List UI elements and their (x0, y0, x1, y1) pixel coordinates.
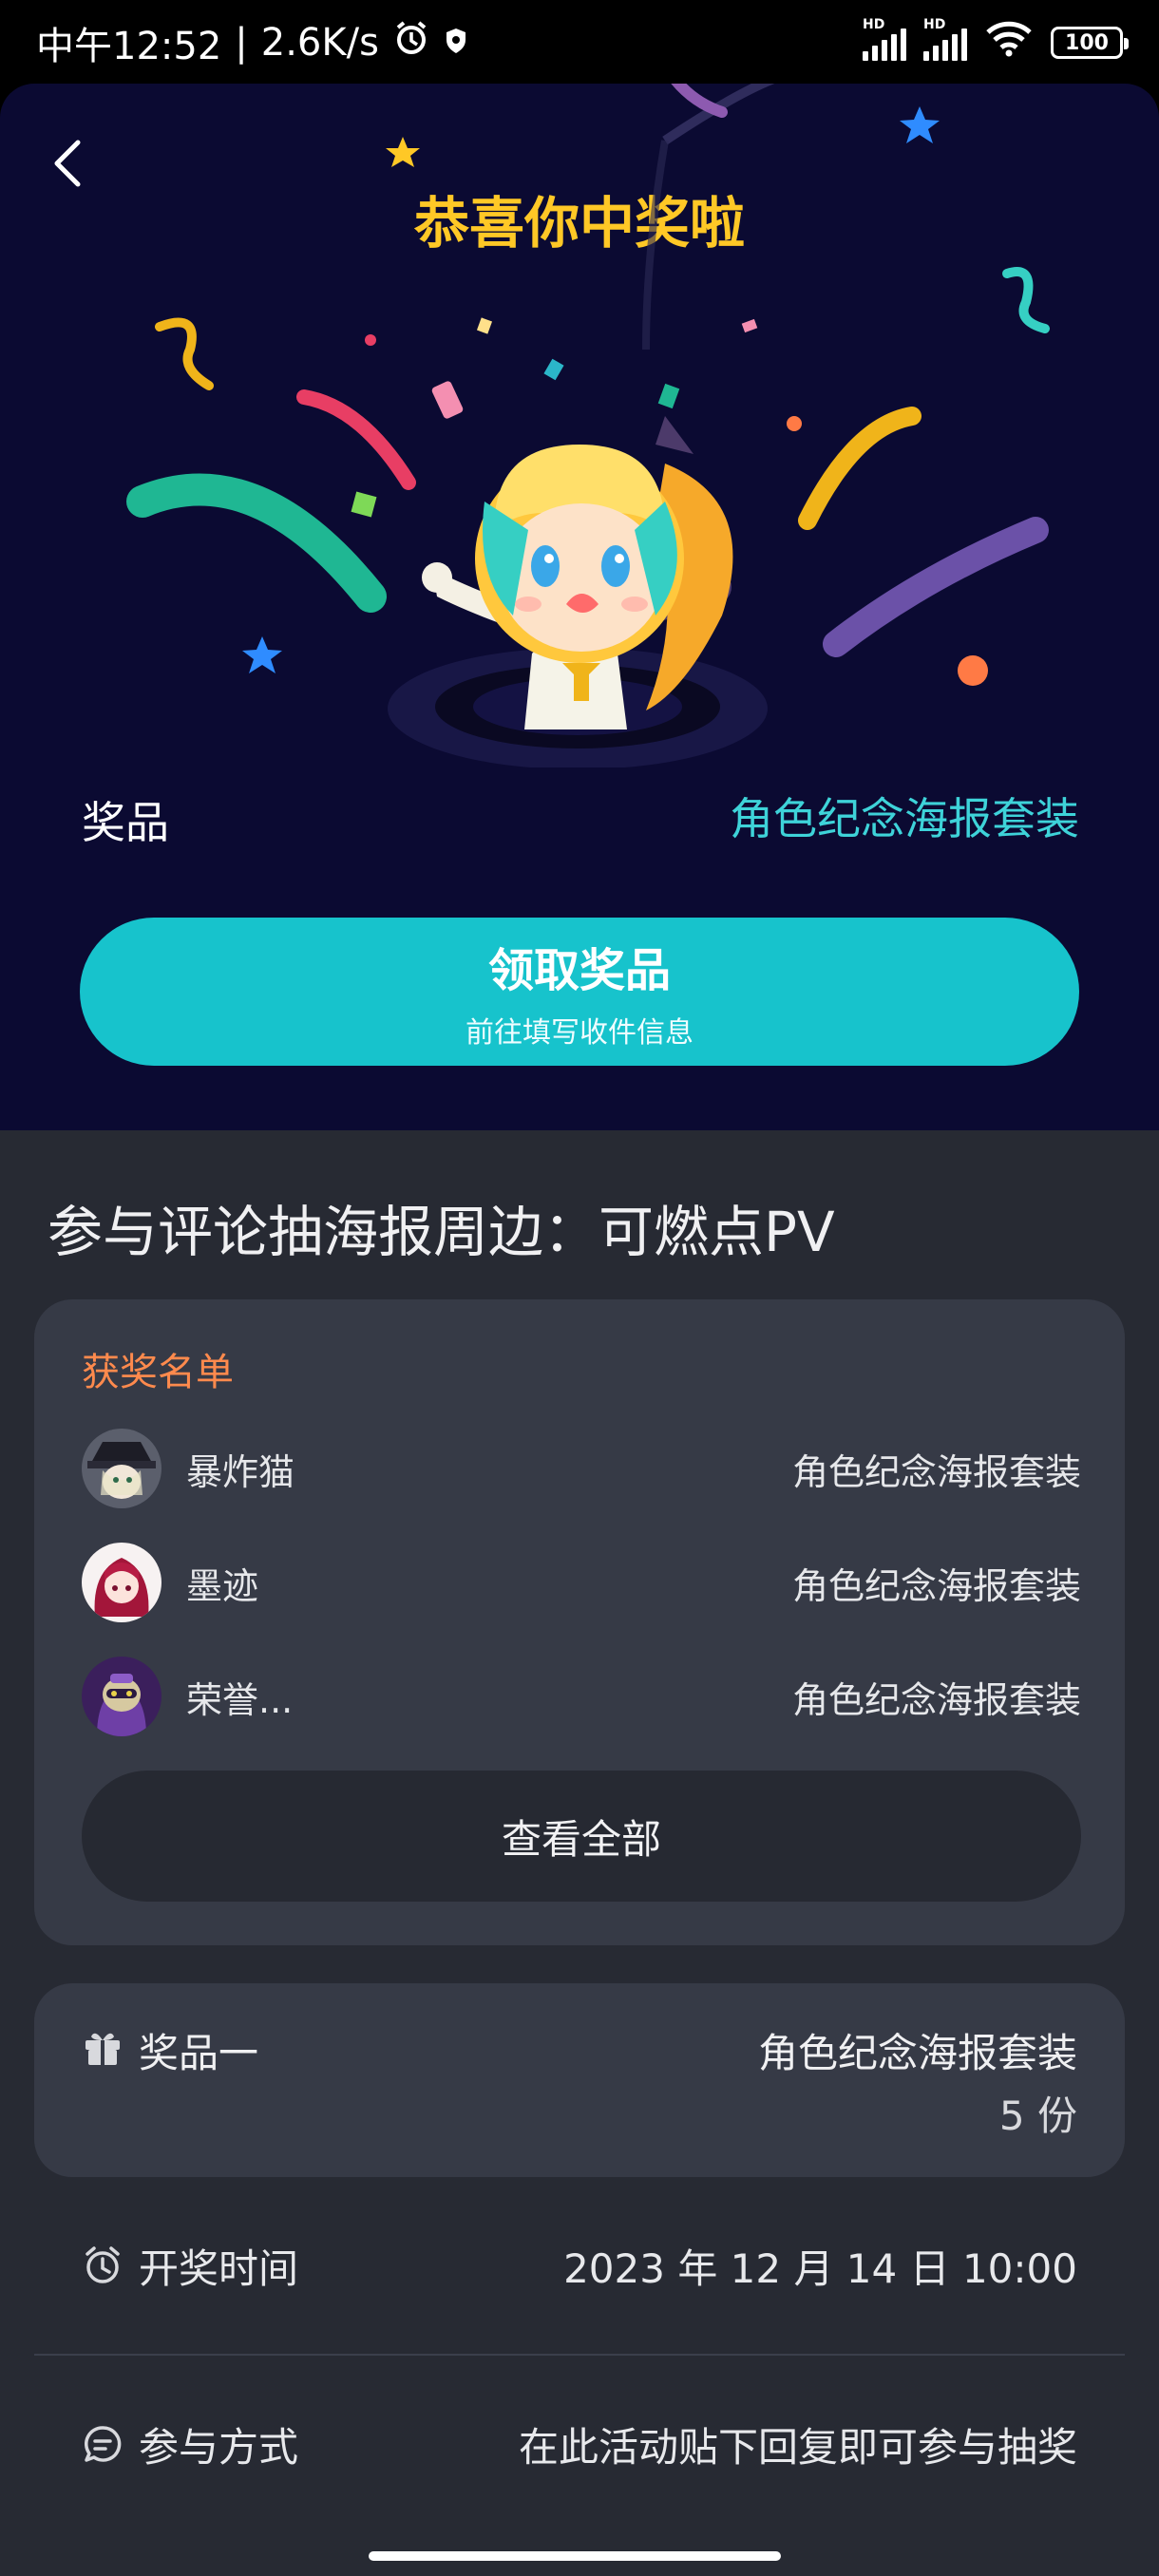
draw-time-label: 开奖时间 (139, 2245, 299, 2292)
status-separator: | (235, 21, 248, 65)
participation-row: 参与方式 在此活动贴下回复即可参与抽奖 (82, 2411, 1077, 2477)
draw-time-row: 开奖时间 2023 年 12 月 14 日 10:00 (82, 2232, 1077, 2299)
chat-bubble-icon (85, 2426, 122, 2462)
event-details: 参与评论抽海报周边：可燃点PV 获奖名单 暴炸猫 角色纪念海报套装 墨迹 角色纪… (0, 1130, 1159, 2576)
home-indicator[interactable] (369, 2551, 781, 2561)
gift-icon (86, 2033, 120, 2065)
prize-label: 奖品 (82, 797, 169, 848)
draw-time-value: 2023 年 12 月 14 日 10:00 (563, 2245, 1077, 2292)
alarm-clock-icon (86, 2246, 120, 2283)
winners-card: 获奖名单 暴炸猫 角色纪念海报套装 墨迹 角色纪念海报套装 荣誉... 角色纪念… (34, 1299, 1125, 1945)
view-all-button[interactable]: 查看全部 (82, 1771, 1081, 1902)
prize-tier-count: 5 份 (998, 2093, 1077, 2139)
winners-title: 获奖名单 (82, 1351, 234, 1394)
winner-row[interactable]: 荣誉... 角色纪念海报套装 (82, 1655, 1081, 1738)
vpn-shield-icon (444, 21, 468, 65)
winner-row[interactable]: 墨迹 角色纪念海报套装 (82, 1541, 1081, 1624)
net-speed: 2.6K/s (260, 21, 379, 65)
celebration-illustration (126, 84, 1050, 767)
status-bar: 中午12:52 | 2.6K/s HD HD 100 (0, 0, 1159, 85)
winner-prize: 角色纪念海报套装 (791, 1450, 1081, 1493)
avatar (82, 1657, 162, 1736)
divider (34, 2354, 1125, 2356)
avatar (82, 1429, 162, 1508)
clock-time: 中午12:52 (36, 25, 222, 68)
event-title: 参与评论抽海报周边：可燃点PV (48, 1200, 835, 1264)
win-hero-panel: 恭喜你中奖啦 奖品 角色纪念海报套装 领取奖品 前往填写收件信息 (0, 84, 1159, 1130)
prize-card: 奖品一 角色纪念海报套装 5 份 (34, 1983, 1125, 2177)
prize-tier-name: 角色纪念海报套装 (757, 2030, 1077, 2076)
claim-button-sublabel: 前往填写收件信息 (466, 1016, 694, 1050)
alarm-icon (392, 19, 430, 66)
wifi-icon (984, 19, 1034, 66)
winner-name: 墨迹 (186, 1564, 259, 1607)
winner-prize: 角色纪念海报套装 (791, 1678, 1081, 1721)
cell-signal-2-icon: HD (923, 17, 967, 61)
cell-signal-1-icon: HD (863, 17, 906, 61)
claim-prize-button[interactable]: 领取奖品 前往填写收件信息 (80, 918, 1079, 1066)
claim-button-label: 领取奖品 (487, 944, 671, 997)
avatar (82, 1543, 162, 1622)
winner-prize: 角色纪念海报套装 (791, 1564, 1081, 1607)
prize-value: 角色纪念海报套装 (730, 793, 1079, 844)
winner-row[interactable]: 暴炸猫 角色纪念海报套装 (82, 1427, 1081, 1510)
participation-label: 参与方式 (139, 2423, 299, 2471)
winner-name: 暴炸猫 (186, 1450, 295, 1493)
prize-tier-label: 奖品一 (139, 2030, 259, 2076)
participation-value: 在此活动贴下回复即可参与抽奖 (518, 2423, 1077, 2471)
battery-indicator: 100 (1051, 27, 1129, 59)
winner-name: 荣誉... (186, 1678, 294, 1721)
